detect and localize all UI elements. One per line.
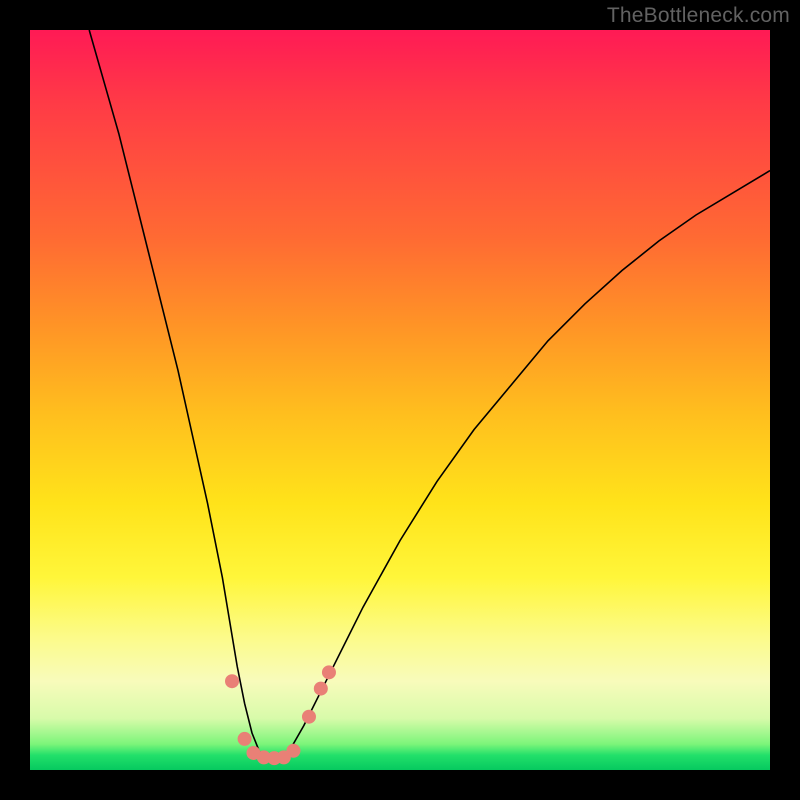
data-point	[314, 682, 328, 696]
data-point	[286, 744, 300, 758]
watermark-text: TheBottleneck.com	[607, 4, 790, 28]
curve-line	[89, 30, 770, 760]
data-point	[322, 665, 336, 679]
data-point	[302, 710, 316, 724]
data-point	[238, 732, 252, 746]
chart-svg	[30, 30, 770, 770]
data-point	[225, 674, 239, 688]
curve-markers	[225, 665, 336, 765]
chart-frame: TheBottleneck.com	[0, 0, 800, 800]
plot-area	[30, 30, 770, 770]
